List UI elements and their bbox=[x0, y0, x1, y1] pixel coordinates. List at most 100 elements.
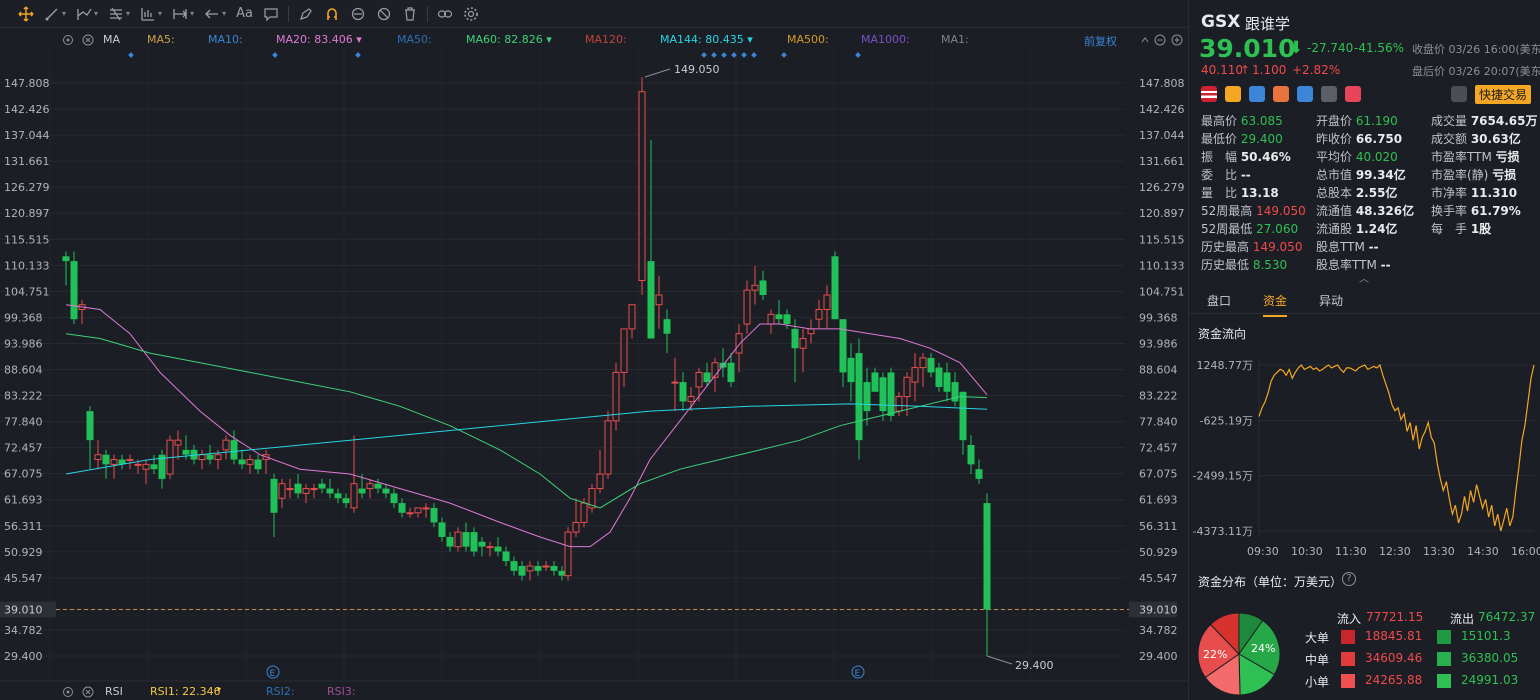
candle-body bbox=[943, 372, 951, 392]
rsi-close-icon[interactable] bbox=[82, 686, 94, 700]
tab-funds[interactable]: 资金 bbox=[1263, 292, 1288, 317]
ma-legend-item[interactable]: MA60: 82.826 ▾ bbox=[466, 33, 552, 46]
link-icon[interactable] bbox=[432, 0, 458, 28]
magnet-icon[interactable] bbox=[319, 0, 345, 28]
zoom-out-icon[interactable] bbox=[1154, 34, 1166, 49]
stat-item: 换手率 61.79% bbox=[1431, 202, 1521, 219]
signal-marker bbox=[355, 52, 361, 58]
line-tool-icon[interactable]: ▾ bbox=[39, 0, 71, 28]
stat-value: 30.63亿 bbox=[1470, 132, 1521, 146]
fib-tool-icon[interactable]: ▾ bbox=[103, 0, 135, 28]
trend-tool-icon[interactable]: ▾ bbox=[71, 0, 103, 28]
candle-body bbox=[358, 488, 366, 494]
help-icon[interactable]: ? bbox=[1342, 572, 1356, 586]
inflow-swatch bbox=[1341, 652, 1355, 666]
candle-body bbox=[927, 357, 935, 373]
rsi1-dropdown-icon[interactable]: ▾ bbox=[217, 685, 221, 694]
stat-label: 市盈率(静) bbox=[1431, 168, 1493, 182]
dollar-icon[interactable] bbox=[1249, 86, 1265, 102]
collapse-icon[interactable] bbox=[1139, 34, 1151, 49]
outflow-swatch bbox=[1437, 630, 1451, 644]
ma-legend-item[interactable]: MA1: bbox=[941, 33, 969, 46]
price-tick-right: 56.311 bbox=[1139, 520, 1178, 533]
rsi-label[interactable]: RSI bbox=[105, 685, 123, 698]
stat-value: 亏损 bbox=[1492, 168, 1517, 182]
eye-lock-icon[interactable] bbox=[345, 0, 371, 28]
stat-value: 99.34亿 bbox=[1355, 168, 1406, 182]
tab-movements[interactable]: 异动 bbox=[1319, 292, 1343, 309]
eye-hide-icon[interactable] bbox=[371, 0, 397, 28]
signal-marker bbox=[741, 52, 747, 58]
candle-body bbox=[422, 507, 430, 510]
bell-icon[interactable] bbox=[1451, 86, 1467, 102]
stat-value: 2.55亿 bbox=[1355, 186, 1398, 200]
crosshair-icon[interactable] bbox=[0, 0, 39, 28]
stat-value: 66.750 bbox=[1355, 132, 1403, 146]
candle-body bbox=[270, 478, 278, 513]
price-tick-left: 39.010 bbox=[4, 603, 43, 616]
rsi-settings-icon[interactable] bbox=[62, 686, 74, 700]
candle-body bbox=[502, 551, 510, 562]
candle-body bbox=[334, 493, 342, 499]
settings-icon[interactable] bbox=[458, 0, 484, 28]
trash-icon[interactable] bbox=[397, 0, 423, 28]
candle-body bbox=[823, 294, 831, 311]
candle-body bbox=[142, 463, 150, 470]
collapse-chevron-icon[interactable]: ︿ bbox=[1359, 270, 1369, 285]
lightning-icon[interactable] bbox=[1225, 86, 1241, 102]
ma-legend-item[interactable]: MA5: bbox=[147, 33, 175, 46]
ma-legend-item[interactable]: MA10: bbox=[208, 33, 243, 46]
tab-orderbook[interactable]: 盘口 bbox=[1207, 292, 1231, 309]
ma-legend-item[interactable]: MA120: bbox=[585, 33, 627, 46]
price-tick-right: 142.426 bbox=[1139, 103, 1185, 116]
stat-item: 历史最低 8.530 bbox=[1201, 256, 1287, 273]
note-tool-icon[interactable] bbox=[258, 0, 284, 28]
candle-body bbox=[286, 488, 294, 491]
price-tick-left: 67.075 bbox=[4, 468, 43, 481]
chart-close-icon[interactable] bbox=[82, 34, 94, 49]
flow-y-tick: 1248.77万 bbox=[1197, 359, 1254, 372]
outflow-total: 76472.37 bbox=[1478, 610, 1536, 624]
ma-legend-item[interactable]: MA500: bbox=[787, 33, 829, 46]
document-icon[interactable] bbox=[1321, 86, 1337, 102]
ma-legend-item[interactable]: MA20: 83.406 ▾ bbox=[276, 33, 362, 46]
ma-legend-item[interactable]: MA50: bbox=[397, 33, 432, 46]
price-tick-right: 39.010 bbox=[1139, 603, 1178, 616]
ticker-symbol: GSX bbox=[1201, 12, 1241, 32]
candle-body bbox=[126, 459, 134, 462]
ma-label[interactable]: MA bbox=[103, 33, 120, 46]
stat-label: 开盘价 bbox=[1316, 114, 1356, 128]
chart-settings-icon[interactable] bbox=[62, 34, 74, 49]
ma-legend-item[interactable]: MA1000: bbox=[861, 33, 910, 46]
wave-icon[interactable] bbox=[1273, 86, 1289, 102]
measure-tool-icon[interactable]: ▾ bbox=[167, 0, 199, 28]
candle-body bbox=[454, 531, 462, 548]
inflow-swatch bbox=[1341, 630, 1355, 644]
rsi2-value: RSI2: bbox=[266, 685, 295, 698]
price-tick-right: 67.075 bbox=[1139, 468, 1178, 481]
fund-flow-title: 资金流向 bbox=[1198, 327, 1247, 341]
quick-trade-button[interactable]: 快捷交易 bbox=[1475, 85, 1532, 104]
candle-body bbox=[791, 328, 799, 349]
restore-adjust-button[interactable]: 前复权 bbox=[1084, 33, 1117, 49]
flow-y-tick: -4373.11万 bbox=[1193, 525, 1253, 538]
stat-value: 63.085 bbox=[1240, 114, 1283, 128]
zoom-in-icon[interactable] bbox=[1171, 34, 1183, 49]
candle-body bbox=[518, 565, 526, 576]
pattern-tool-icon[interactable]: ▾ bbox=[135, 0, 167, 28]
candle-body bbox=[342, 498, 350, 504]
text-tool-icon[interactable]: Aa bbox=[231, 0, 258, 28]
stat-value: 亏损 bbox=[1495, 150, 1520, 164]
candle-body bbox=[687, 396, 695, 402]
drawing-toolbar: ▾ ▾ ▾ ▾ ▾ ▾ Aa bbox=[0, 0, 1188, 28]
candle-body bbox=[86, 411, 94, 441]
ma-legend-item[interactable]: MA144: 80.435 ▾ bbox=[660, 33, 753, 46]
tag-icon[interactable] bbox=[1297, 86, 1313, 102]
pie-left-pct: 22% bbox=[1203, 648, 1227, 661]
candle-body bbox=[558, 570, 566, 576]
candlestick-chart[interactable]: 147.808 147.808 142.426 142.426 137.044 137.0… bbox=[0, 28, 1188, 700]
pencil-icon[interactable] bbox=[293, 0, 319, 28]
heart-icon[interactable] bbox=[1345, 86, 1361, 102]
arrow-tool-icon[interactable]: ▾ bbox=[199, 0, 231, 28]
low-leader bbox=[986, 655, 1013, 665]
